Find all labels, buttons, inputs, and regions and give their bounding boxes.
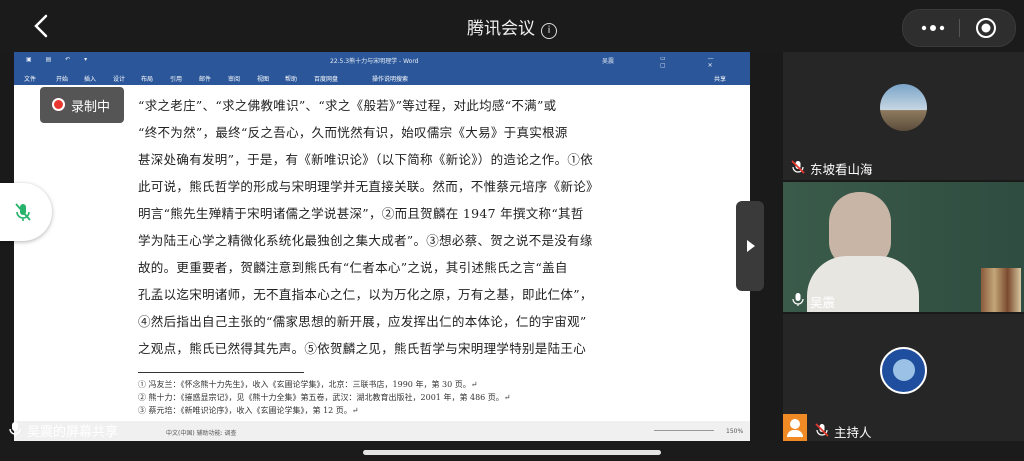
word-ribbon-tabs: 文件 开始 插入 设计 布局 引用 邮件 审阅 视图 帮助 百度网盘 操作说明搜…: [14, 69, 750, 85]
ribbon-tab[interactable]: 插入: [84, 74, 96, 83]
participant-name: 吴震: [810, 295, 836, 310]
quick-access-toolbar[interactable]: ▣ ▤ ↶ ▾: [26, 56, 93, 63]
document-title: 22.5.3熊十力与宋明理学 - Word: [330, 58, 419, 65]
ribbon-tab[interactable]: 百度网盘: [314, 74, 338, 83]
participant-tile[interactable]: 东坡看山海: [783, 52, 1024, 180]
host-badge-icon: [783, 414, 807, 441]
bookshelf: [981, 268, 1021, 312]
mic-icon: [9, 422, 21, 437]
body-line: 明言“熊先生殚精于宋明诸儒之学说甚深”，②而且贺麟在 1947 年撰文称“其哲: [138, 206, 584, 221]
body-line: 孔孟以迄宋明诸师，无不直指本心之仁，以为万化之原，万有之基，即此仁体”，: [138, 287, 593, 302]
mic-muted-icon: [815, 423, 829, 437]
body-line: 甚深处确有发明”，于是，有《新唯识论》（以下简称《新论》）的造论之作。①依: [138, 152, 593, 167]
participant-name: 东坡看山海: [810, 162, 873, 177]
window-controls[interactable]: ▭ — ▢ ✕: [660, 55, 750, 69]
body-line: 此可说，熊氏哲学的形成与宋明理学并无直接关联。然而，不惟蔡元培序《新论》: [138, 179, 599, 194]
home-indicator[interactable]: [363, 450, 661, 455]
participant-tile[interactable]: 主持人: [783, 314, 1024, 441]
mic-muted-icon: [791, 160, 805, 174]
record-target-icon[interactable]: [975, 17, 997, 39]
ribbon-tab[interactable]: 开始: [56, 74, 68, 83]
participant-name: 主持人: [834, 425, 872, 440]
zoom-level: 150%: [726, 428, 744, 435]
mic-icon: [792, 293, 804, 306]
body-line: 学为陆王心学之精微化系统化最独创之集大成者”。③想必蔡、贺之说不是没有缘: [138, 233, 593, 248]
chevron-right-icon: [747, 240, 755, 252]
footnote: ③ 蔡元培：《新唯识论序》，收入《玄圃论学集》，第 12 页。↵: [138, 406, 359, 415]
body-line: “终不为然”，最终“反之吾心，久而恍然有识，始叹儒宗《大易》于真实根源: [138, 125, 568, 140]
footnote: ② 熊十力：《摧惑显宗记》，见《熊十力全集》第五卷，武汉：湖北教育出版社，200…: [138, 393, 511, 402]
top-right-controls: [902, 9, 1016, 47]
ribbon-tab[interactable]: 布局: [141, 74, 153, 83]
body-line: 故的。更重要者，贺麟注意到熊氏有“仁者本心”之说，其引述熊氏之言“盖自: [138, 260, 568, 275]
ribbon-tab[interactable]: 审阅: [228, 74, 240, 83]
ribbon-tab[interactable]: 邮件: [199, 74, 211, 83]
info-icon[interactable]: i: [541, 23, 557, 39]
word-title-bar: ▣ ▤ ↶ ▾ 22.5.3熊十力与宋明理学 - Word 吴震 ▭ — ▢ ✕: [14, 52, 750, 69]
divider: [959, 19, 960, 37]
mic-muted-icon: [15, 203, 31, 221]
ribbon-tab[interactable]: 文件: [24, 74, 36, 83]
meeting-top-bar: 腾讯会议 i: [0, 0, 1024, 52]
ribbon-tab[interactable]: 帮助: [285, 74, 297, 83]
recording-dot-icon: [52, 98, 65, 111]
body-line: 之观点，熊氏已然得其先声。⑤依贺麟之见，熊氏哲学与宋明理学特别是陆王心: [138, 341, 587, 356]
body-line: ④然后指出自己主张的“儒家思想的新开展，应发挥出仁的本体论，仁的宇宙观”: [138, 314, 587, 329]
expand-panel-button[interactable]: [736, 201, 764, 291]
body-line: “求之老庄”、“求之佛教唯识”、“求之《般若》”等过程，对此均感“不满”或: [138, 98, 557, 113]
footnote: ① 冯友兰：《怀念熊十力先生》，收入《玄圃论学集》，北京：三联书店，1990 年…: [138, 380, 478, 389]
word-user: 吴震: [602, 58, 615, 65]
share-tab[interactable]: 共享: [714, 74, 726, 83]
avatar: [880, 84, 927, 131]
meeting-title[interactable]: 腾讯会议 i: [0, 14, 1024, 39]
zoom-slider[interactable]: [654, 430, 714, 431]
ribbon-tab[interactable]: 引用: [170, 74, 182, 83]
recording-badge[interactable]: 录制中: [40, 87, 124, 123]
screen-share-label: 吴震的屏幕共享: [0, 417, 200, 441]
participant-video-tile[interactable]: 吴震: [783, 182, 1024, 312]
ribbon-tab[interactable]: 视图: [257, 74, 269, 83]
footnote-separator: [138, 372, 304, 373]
avatar: [880, 347, 927, 394]
shared-screen: ▣ ▤ ↶ ▾ 22.5.3熊十力与宋明理学 - Word 吴震 ▭ — ▢ ✕…: [14, 52, 750, 441]
ribbon-tab[interactable]: 设计: [113, 74, 125, 83]
document-page[interactable]: “求之老庄”、“求之佛教唯识”、“求之《般若》”等过程，对此均感“不满”或 “终…: [14, 85, 750, 421]
tell-me-search[interactable]: 操作说明搜索: [372, 74, 408, 83]
more-dots-icon[interactable]: [919, 19, 949, 37]
